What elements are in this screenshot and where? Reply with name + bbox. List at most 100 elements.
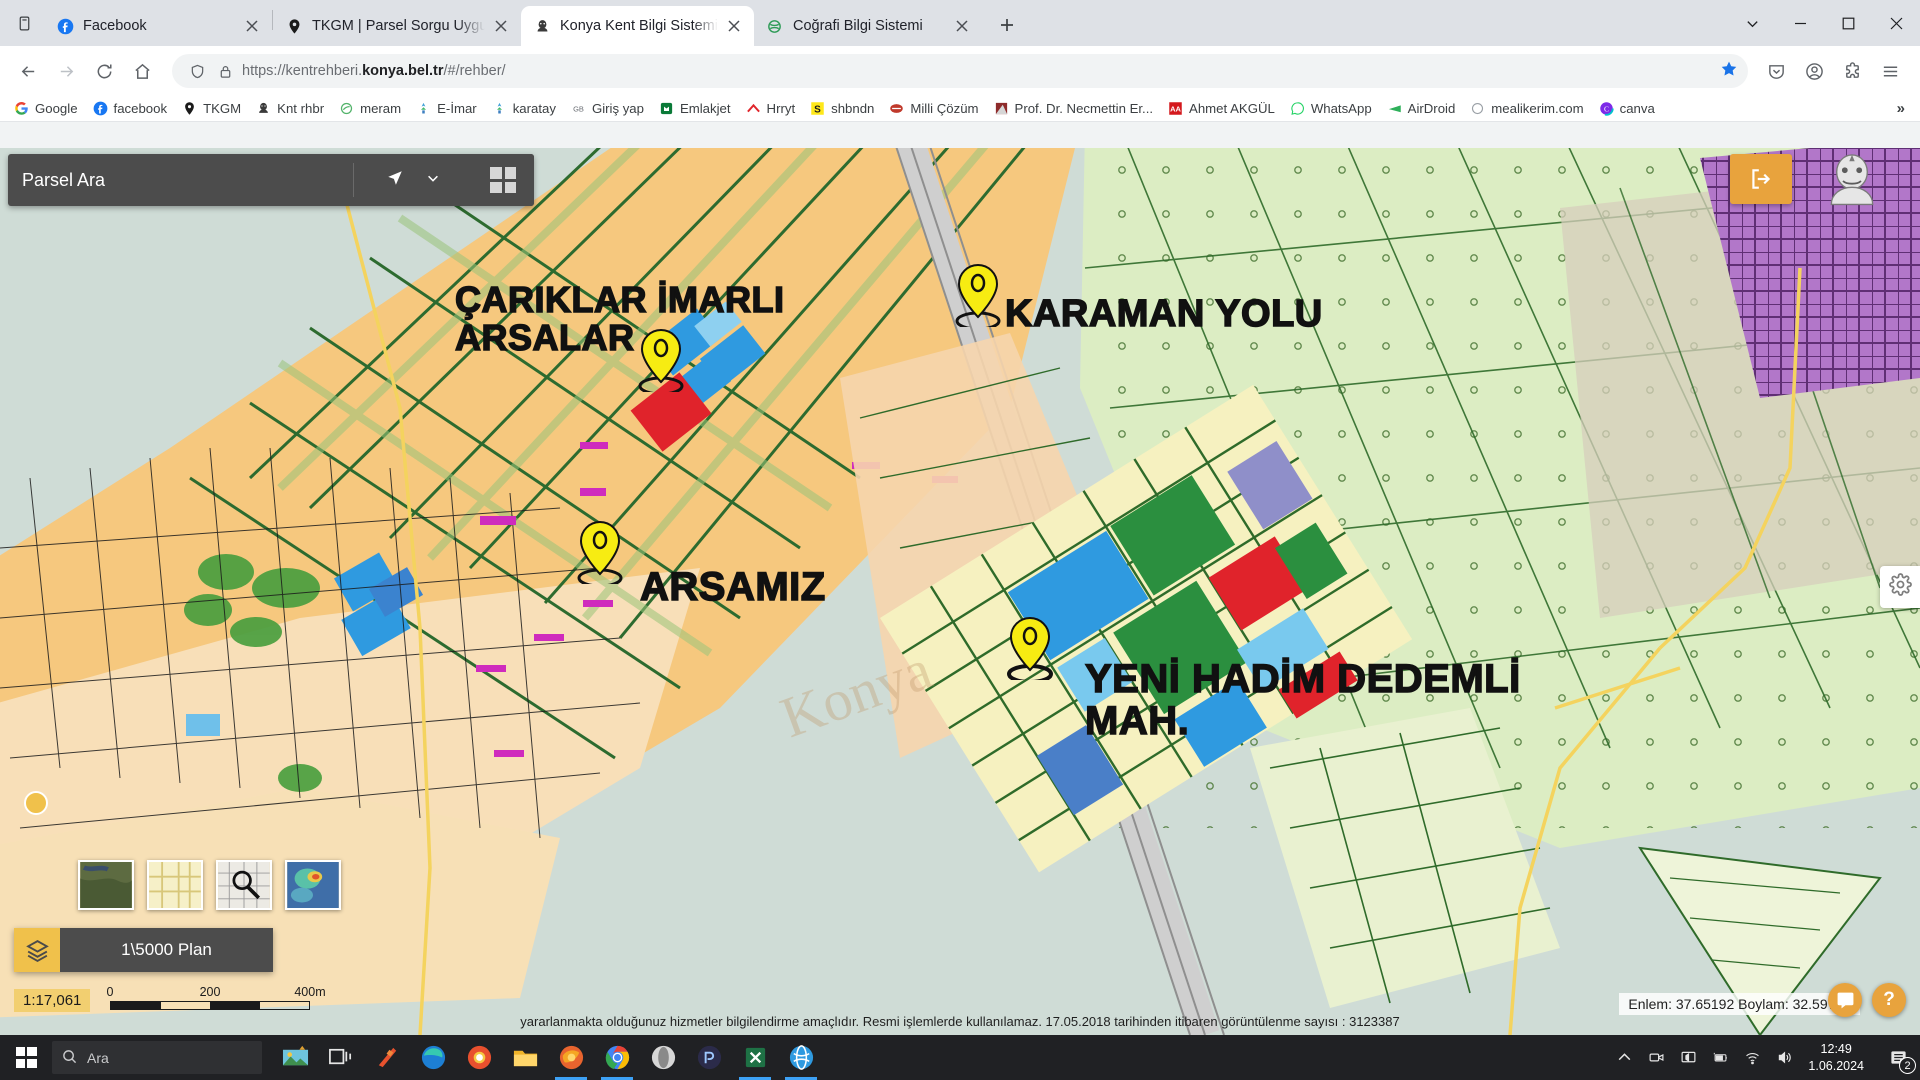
bookmark-item-facebook[interactable]: facebook [85,98,175,120]
photos-app-icon[interactable] [272,1035,318,1080]
browser-tab[interactable]: TKGM | Parsel Sorgu Uygulaması [273,6,521,46]
browser-tab[interactable]: Coğrafi Bilgi Sistemi [754,6,982,46]
parcel-search-panel[interactable]: Parsel Ara [8,154,534,206]
edge-app-icon[interactable] [410,1035,456,1080]
close-icon[interactable] [722,14,746,38]
bookmark-label: karatay [512,101,556,116]
gb-icon: GB [570,100,587,117]
firefox-app-icon[interactable] [548,1035,594,1080]
bookmarks-overflow-button[interactable]: » [1888,100,1914,117]
bookmark-item-eimar[interactable]: E-İmar [408,98,484,120]
search-map-basemap[interactable] [216,860,272,910]
chevron-down-icon[interactable] [426,171,440,190]
gis-icon [766,17,784,35]
cadastral-basemap[interactable] [147,860,203,910]
search-mode-dropdown[interactable] [354,154,472,206]
volume-icon[interactable] [1768,1035,1800,1080]
close-icon[interactable] [240,14,264,38]
bookmark-item-canva[interactable]: C canva [1591,98,1662,120]
task-view-icon[interactable] [318,1035,364,1080]
map-label-arsamiz: ARSAMIZ [639,565,826,609]
hamburger-menu-icon[interactable] [1872,53,1908,89]
bookmark-item-milli-cozum[interactable]: Milli Çözüm [881,98,985,120]
photoshop-app-icon[interactable] [686,1035,732,1080]
help-button[interactable]: ? [1872,983,1906,1017]
bookmark-item-google[interactable]: Google [6,98,85,120]
basemap-selector[interactable] [78,860,341,910]
minimize-icon[interactable] [1776,0,1824,46]
maximize-icon[interactable] [1824,0,1872,46]
bookmark-item-sahibinden[interactable]: S shbndn [802,98,881,120]
navigation-arrow-icon[interactable] [386,169,404,192]
chat-bubble-icon[interactable] [1828,983,1862,1017]
chrome-app-icon[interactable] [594,1035,640,1080]
bookmark-item-mealikerim[interactable]: mealikerim.com [1462,98,1590,120]
taskbar-clock[interactable]: 12:49 1.06.2024 [1800,1041,1876,1075]
pocket-icon[interactable] [1758,53,1794,89]
bookmark-item-tkgm[interactable]: TKGM [174,98,248,120]
account-circle-icon[interactable] [1796,53,1832,89]
excel-app-icon[interactable] [732,1035,778,1080]
new-tab-button[interactable] [990,8,1024,42]
close-icon[interactable] [489,14,513,38]
marker-arsamiz[interactable] [577,520,623,588]
wifi-icon[interactable] [1736,1035,1768,1080]
arrow-right-icon[interactable] [48,53,84,89]
display-icon[interactable] [1672,1035,1704,1080]
facebook-icon [56,17,74,35]
scale-ratio-label: 1:17,061 [14,989,91,1012]
tab-title: Coğrafi Bilgi Sistemi [792,18,923,34]
zoom-slider-handle[interactable] [24,791,48,815]
bookmark-item-giris-yap[interactable]: GB Giriş yap [563,98,651,120]
file-explorer-app-icon[interactable] [502,1035,548,1080]
bookmark-label: canva [1619,101,1655,116]
browser-tab-active[interactable]: Konya Kent Bilgi Sistemi [521,6,754,46]
bookmark-item-meram[interactable]: meram [331,98,408,120]
chrome-canary-app-icon[interactable] [456,1035,502,1080]
satellite-basemap[interactable] [78,860,134,910]
browser-tab[interactable]: Facebook [44,6,272,46]
opera-app-icon[interactable] [640,1035,686,1080]
bookmark-item-airdroid[interactable]: AirDroid [1379,98,1463,120]
marker-yeni-hadim[interactable] [1007,616,1053,684]
arrow-left-icon[interactable] [10,53,46,89]
windows-start-icon[interactable] [0,1035,52,1080]
login-button[interactable] [1730,154,1792,204]
bookmark-item-knt-rhbr[interactable]: Knt rhbr [248,98,331,120]
bookmark-item-emlakjet[interactable]: Emlakjet [651,98,738,120]
tab-list-icon[interactable] [4,3,44,43]
address-bar[interactable]: https://kentrehberi.konya.bel.tr/#/rehbe… [172,54,1748,88]
map-settings-button[interactable] [1880,566,1920,608]
notification-icon[interactable]: 2 [1876,1035,1920,1080]
bookmark-item-necmettin[interactable]: Prof. Dr. Necmettin Er... [986,98,1161,120]
bookmark-item-whatsapp[interactable]: WhatsApp [1282,98,1379,120]
map-viewport[interactable]: Konya Parsel Ara ÇARIKLAR İMARLI ARSALAR… [0,148,1920,1035]
bookmark-item-hurriyet[interactable]: Hrryt [738,98,803,120]
star-filled-icon[interactable] [1720,60,1738,83]
gear-icon[interactable] [1888,573,1912,601]
bookmark-item-karatay[interactable]: karatay [484,98,563,120]
toolbar-right-actions [1758,53,1910,89]
search-input[interactable]: Parsel Ara [8,154,353,206]
chevron-down-icon[interactable] [1728,0,1776,46]
layer-selector-bar[interactable]: 1\5000 Plan [14,928,273,972]
close-icon[interactable] [950,14,974,38]
taskbar-search-input[interactable]: Ara [52,1041,262,1074]
heatmap-basemap[interactable] [285,860,341,910]
layers-icon[interactable] [14,928,60,972]
extensions-icon[interactable] [1834,53,1870,89]
close-icon[interactable] [1872,0,1920,46]
taskbar-search-placeholder: Ara [87,1049,109,1066]
bookmark-item-ahmet-akgul[interactable]: AA Ahmet AKGÜL [1160,98,1282,120]
reload-icon[interactable] [86,53,122,89]
lock-icon[interactable] [214,60,236,82]
battery-charging-icon[interactable] [1704,1035,1736,1080]
camera-icon[interactable] [1640,1035,1672,1080]
browser-app-icon[interactable] [778,1035,824,1080]
freelancer-app-icon[interactable] [364,1035,410,1080]
bookmark-label: E-İmar [437,101,477,116]
home-icon[interactable] [124,53,160,89]
marker-karaman-yolu[interactable] [955,263,1001,331]
grid-apps-icon[interactable] [472,154,534,206]
chevron-up-icon[interactable] [1608,1035,1640,1080]
